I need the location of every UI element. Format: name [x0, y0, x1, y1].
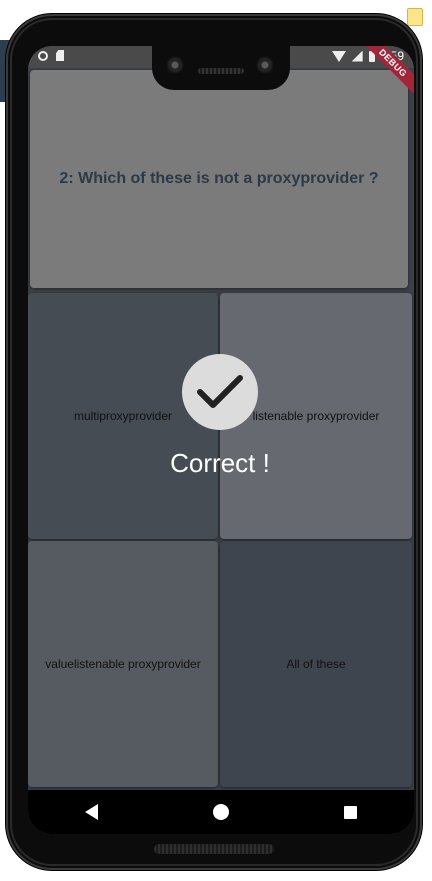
wifi-icon	[331, 50, 346, 62]
answer-option-label: valuelistenable proxyprovider	[45, 657, 201, 671]
bottom-speaker-grille	[154, 844, 274, 854]
folder-icon	[407, 8, 423, 26]
home-icon[interactable]	[212, 804, 229, 820]
display-notch	[152, 46, 290, 90]
back-icon[interactable]	[85, 804, 99, 820]
answer-option-3[interactable]: valuelistenable proxyprovider	[28, 541, 218, 787]
front-camera-left-icon	[166, 56, 184, 74]
answer-option-label: All of these	[286, 657, 346, 671]
cell-signal-icon	[351, 50, 363, 62]
answer-option-label: listenable proxyprovider	[252, 409, 380, 423]
answer-option-4[interactable]: All of these	[220, 541, 412, 787]
answer-option-1[interactable]: multiproxyprovider	[28, 293, 218, 539]
notification-dot-icon	[38, 50, 48, 61]
question-text: 2: Which of these is not a proxyprovider…	[59, 170, 379, 187]
checkmark-glyph	[197, 375, 243, 408]
sd-card-icon	[56, 50, 64, 61]
system-navigation-bar	[28, 790, 414, 834]
desktop-background: 4:59 DEBUG 2: Which of these is not a pr…	[0, 0, 432, 881]
phone-frame: 4:59 DEBUG 2: Which of these is not a pr…	[6, 14, 422, 870]
question-card: 2: Which of these is not a proxyprovider…	[30, 70, 408, 288]
device-screen: 4:59 DEBUG 2: Which of these is not a pr…	[28, 46, 414, 834]
answer-option-label: multiproxyprovider	[73, 409, 173, 423]
status-left-icons	[38, 50, 64, 61]
front-camera-right-icon	[256, 56, 274, 74]
feedback-message: Correct !	[170, 448, 270, 478]
earpiece-speaker	[198, 68, 244, 74]
recents-icon[interactable]	[343, 805, 357, 819]
checkmark-icon	[182, 354, 258, 430]
